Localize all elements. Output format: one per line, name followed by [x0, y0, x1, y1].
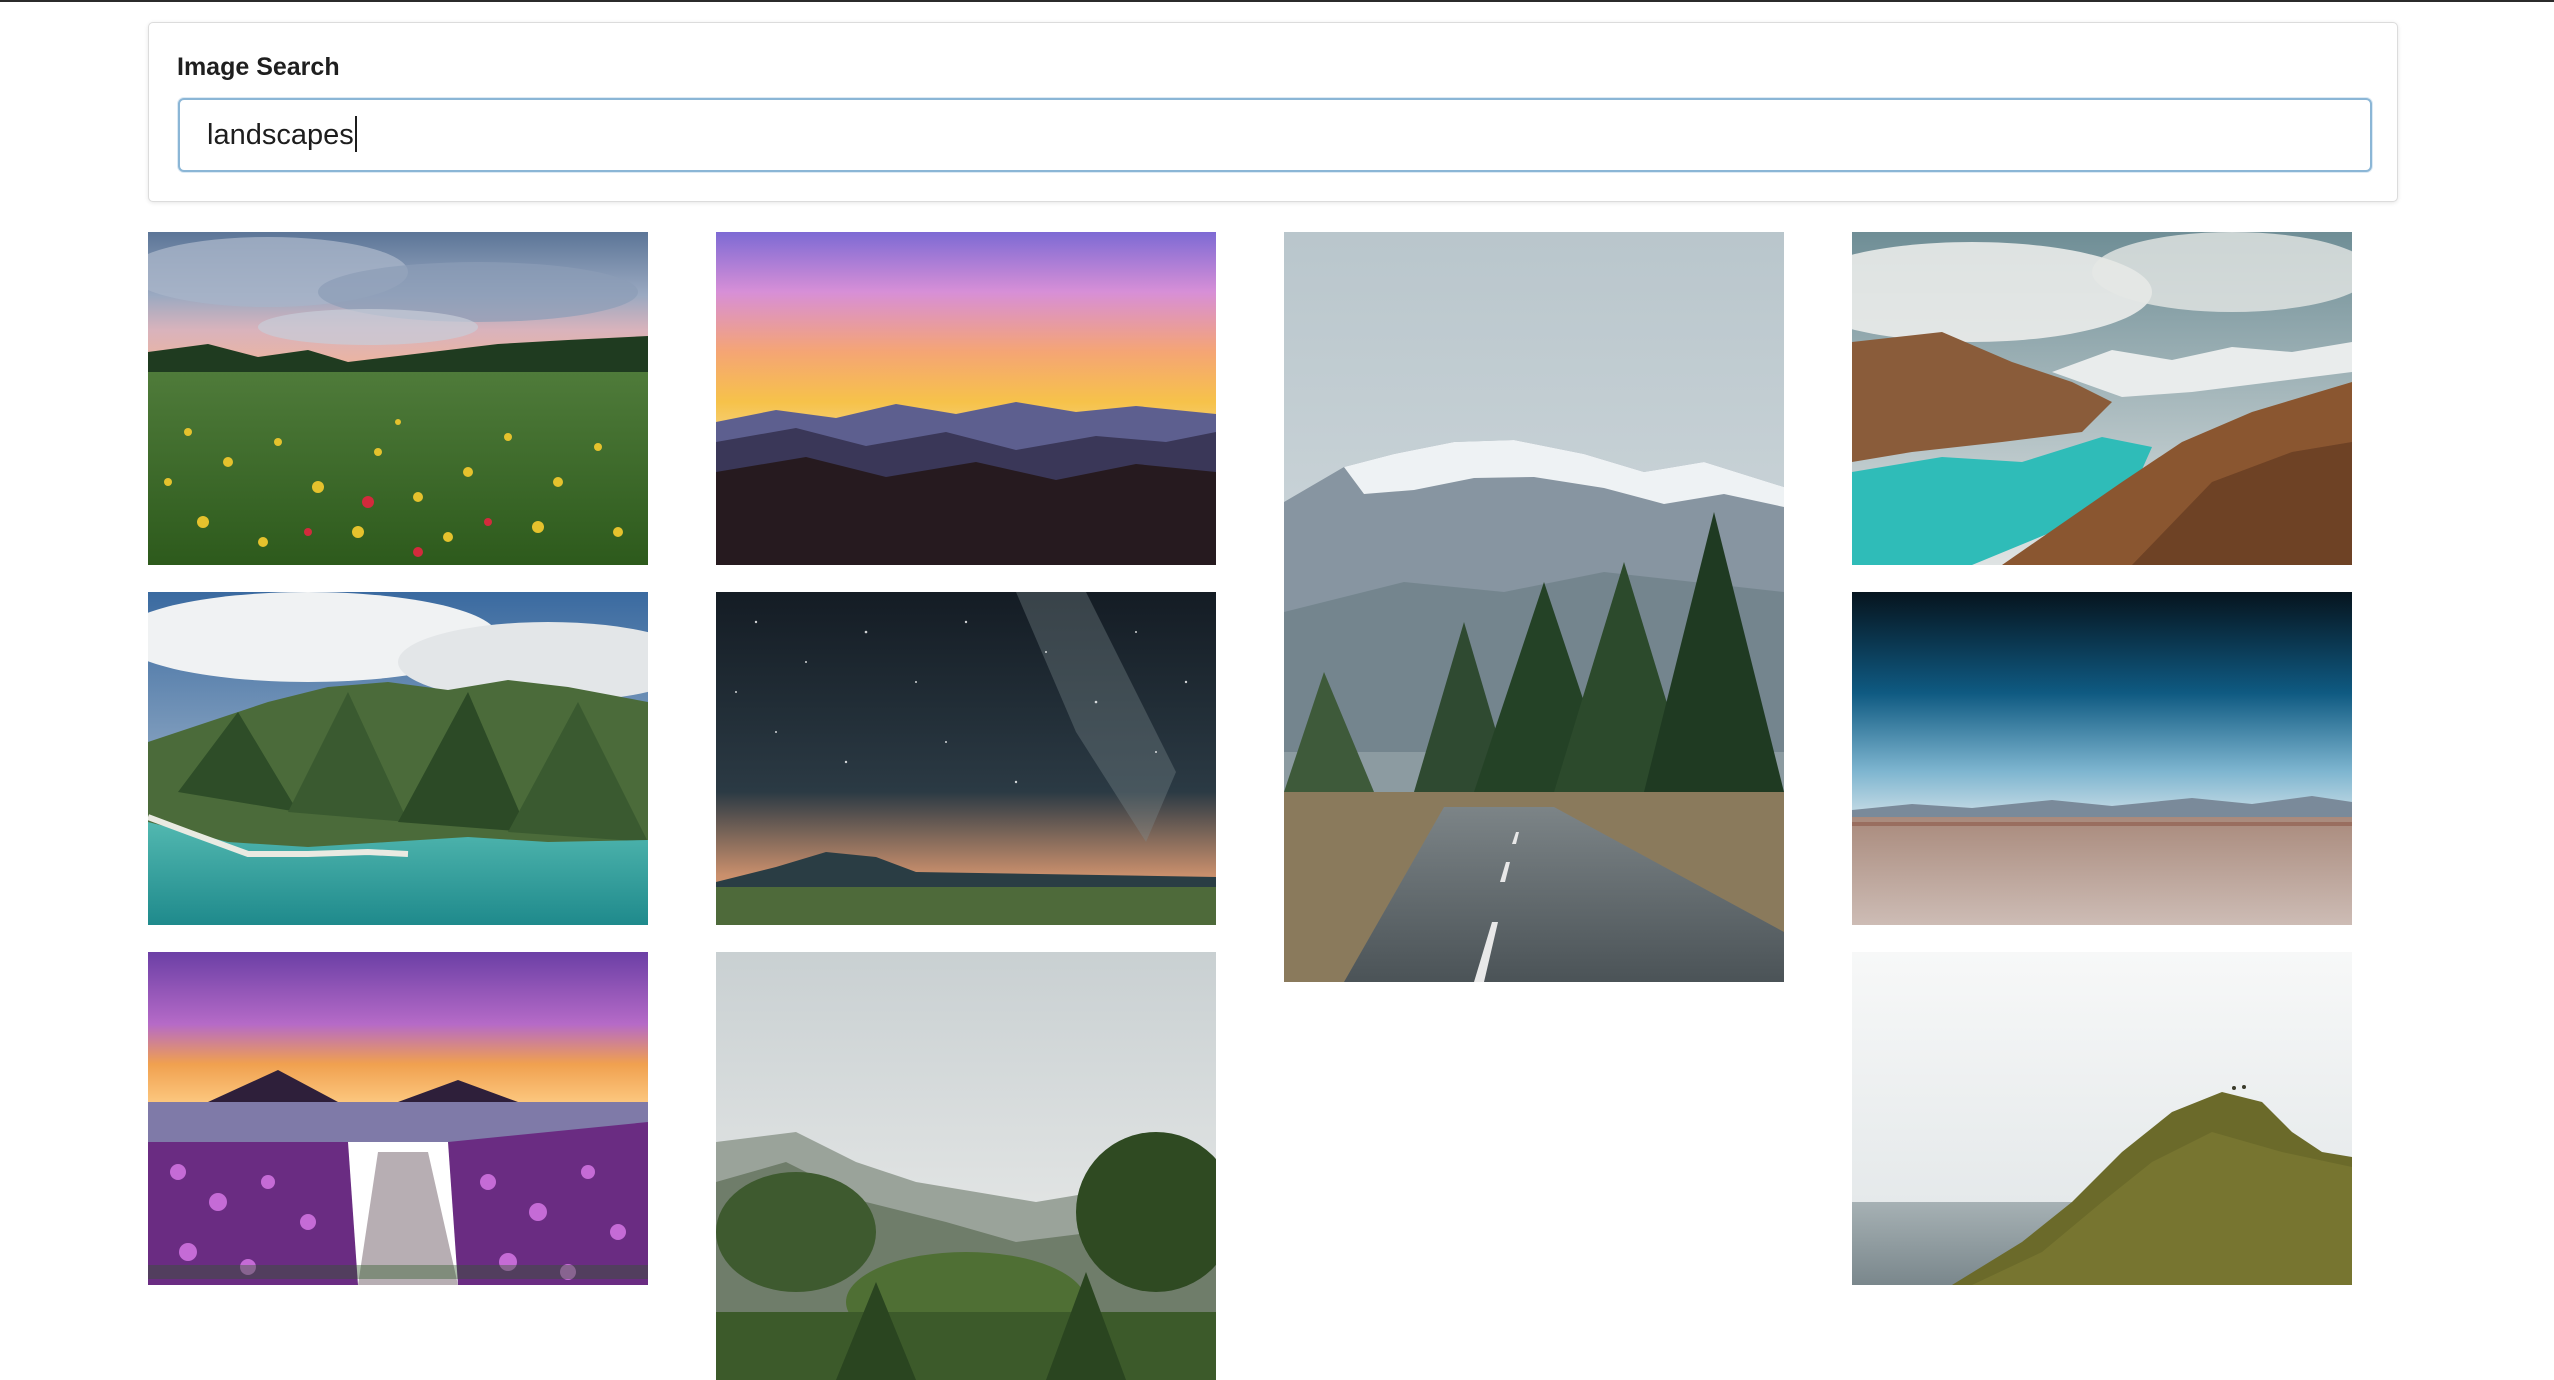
- image-result-1[interactable]: [148, 232, 648, 565]
- image-result-5[interactable]: [148, 592, 648, 925]
- search-query-text: landscapes: [207, 119, 354, 151]
- desert-plain-blue-sky-photo: [1852, 592, 2352, 925]
- green-coastal-cliffs-photo: [148, 592, 648, 925]
- sunset-mountain-silhouette-photo: [716, 232, 1216, 565]
- wildflower-meadow-photo: [148, 232, 648, 565]
- image-result-3[interactable]: [1284, 232, 1784, 982]
- image-result-10[interactable]: [1852, 952, 2352, 1285]
- text-cursor: [354, 116, 357, 153]
- image-result-9[interactable]: [716, 952, 1216, 1380]
- search-card: Image Search landscapes: [148, 22, 2398, 202]
- purple-flowers-lake-volcano-photo: [148, 952, 648, 1285]
- mountain-road-forest-photo: [1284, 232, 1784, 982]
- grassy-hill-over-sea-photo: [1852, 952, 2352, 1285]
- turquoise-glacial-lake-photo: [1852, 232, 2352, 565]
- misty-jungle-valley-photo: [716, 952, 1216, 1380]
- image-result-6[interactable]: [716, 592, 1216, 925]
- milky-way-night-sky-photo: [716, 592, 1216, 925]
- search-label: Image Search: [177, 53, 340, 81]
- image-result-7[interactable]: [1852, 592, 2352, 925]
- top-border: [0, 0, 2554, 2]
- image-result-8[interactable]: [148, 952, 648, 1285]
- image-result-4[interactable]: [1852, 232, 2352, 565]
- image-result-2[interactable]: [716, 232, 1216, 565]
- search-input[interactable]: landscapes: [178, 98, 2372, 172]
